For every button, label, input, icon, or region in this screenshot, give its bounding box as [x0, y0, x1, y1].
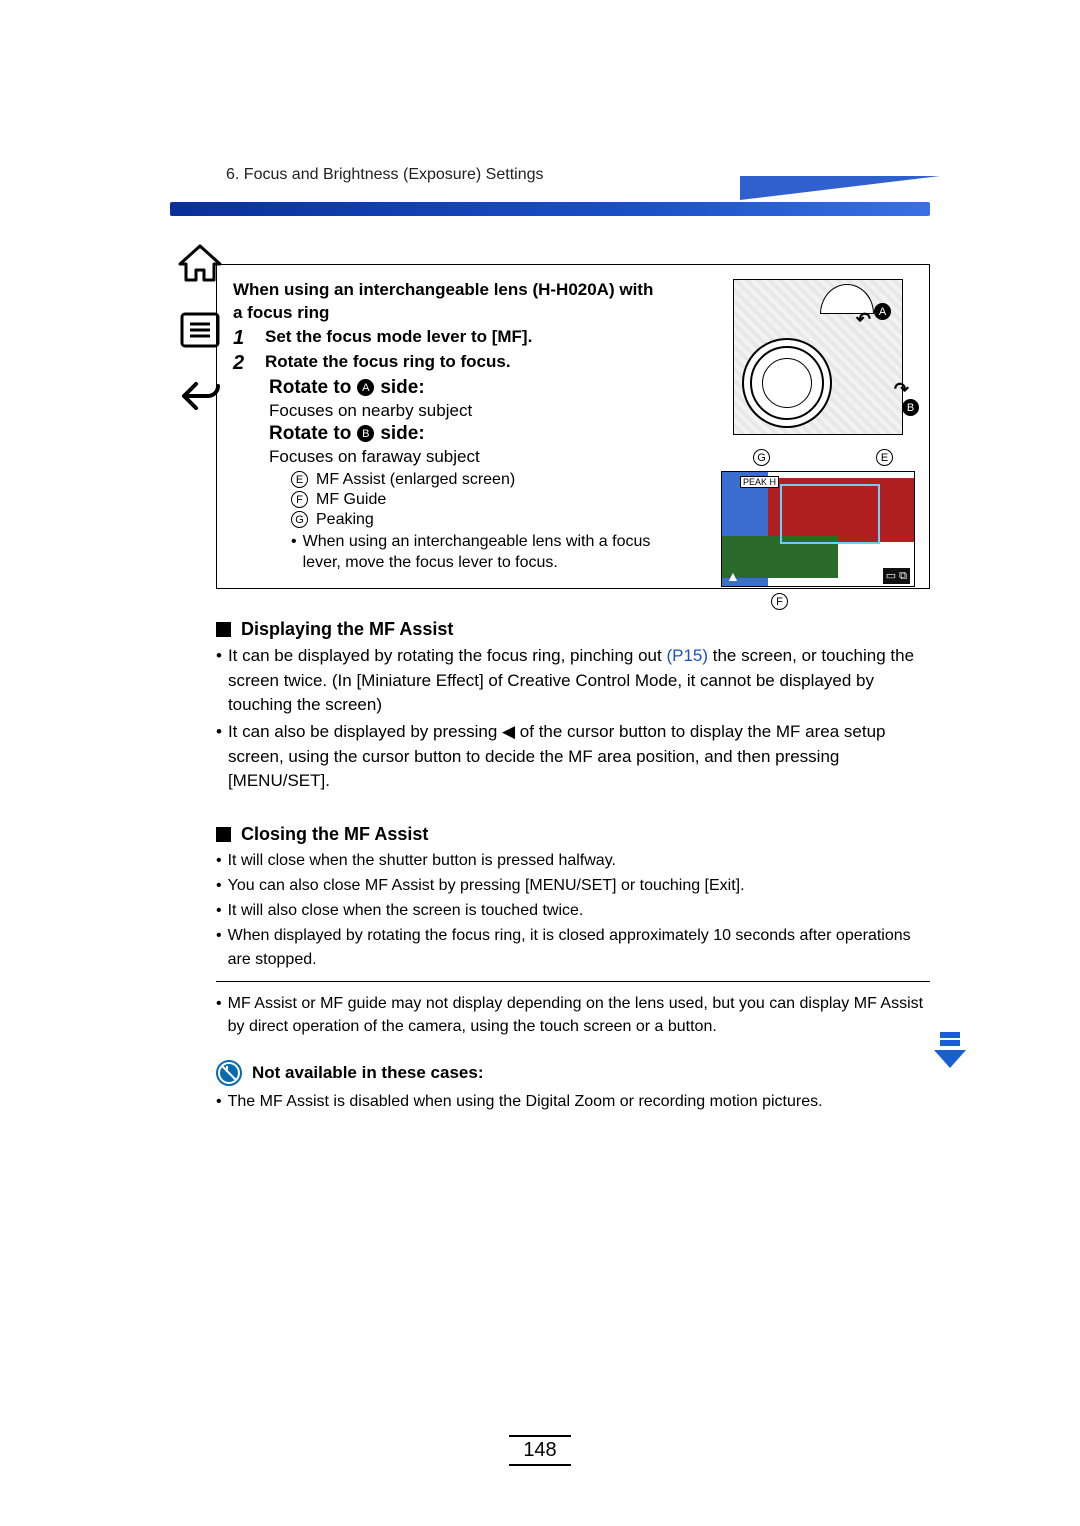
list-item: • It can be displayed by rotating the fo…: [216, 644, 930, 718]
post-hr-note: •MF Assist or MF guide may not display d…: [216, 992, 930, 1038]
not-available-title-text: Not available in these cases:: [252, 1063, 484, 1083]
list-item: •You can also close MF Assist by pressin…: [216, 874, 930, 897]
focus-lever-note-text: When using an interchangeable lens with …: [303, 531, 691, 574]
displaying-heading: Displaying the MF Assist: [216, 619, 930, 640]
screen-preview: PEAK H ▲ ▭ ⧉: [721, 471, 915, 587]
marker-e-icon: E: [291, 471, 308, 488]
preview-icons: ▭ ⧉: [883, 568, 910, 584]
legend-text: MF Guide: [316, 491, 386, 509]
rotate-a-prefix: Rotate to: [269, 377, 351, 399]
list-item: •It will close when the shutter button i…: [216, 849, 930, 872]
marker-g-icon: G: [291, 511, 308, 528]
step-1-text: Set the focus mode lever to [MF].: [265, 327, 532, 350]
not-available-heading: Not available in these cases:: [216, 1060, 930, 1086]
divider: [216, 981, 930, 982]
rotate-b-suffix: side:: [380, 423, 424, 445]
marker-a-icon: A: [357, 379, 374, 396]
callout-f-marker: F: [771, 593, 788, 610]
play-triangle-icon: ▲: [726, 568, 740, 584]
list-text: You can also close MF Assist by pressing…: [228, 874, 745, 897]
list-text: It can also be displayed by pressing ◀ o…: [228, 720, 930, 794]
camera-illustration: ↶ A ↷ B G E PEAK H ▲ ▭ ⧉ F: [721, 279, 915, 599]
step-2-text: Rotate the focus ring to focus.: [265, 352, 511, 375]
callout-b-marker: B: [902, 399, 919, 416]
displaying-title-text: Displaying the MF Assist: [241, 619, 453, 640]
page-number: 148: [0, 1435, 1080, 1466]
focus-lever-note: • When using an interchangeable lens wit…: [291, 531, 691, 574]
callout-a-marker: A: [874, 303, 891, 320]
main-instruction-box: When using an interchangeable lens (H-H0…: [216, 264, 930, 589]
step-1-number: 1: [233, 327, 249, 350]
peaking-outline-icon: [780, 484, 880, 544]
marker-f-icon: F: [291, 491, 308, 508]
not-available-icon: [216, 1060, 242, 1086]
not-available-list: •The MF Assist is disabled when using th…: [216, 1090, 930, 1113]
closing-heading: Closing the MF Assist: [216, 824, 930, 845]
rotate-b-prefix: Rotate to: [269, 423, 351, 445]
list-item: •The MF Assist is disabled when using th…: [216, 1090, 930, 1113]
list-text: The MF Assist is disabled when using the…: [228, 1090, 823, 1113]
displaying-list: • It can be displayed by rotating the fo…: [216, 644, 930, 794]
page-link-p15[interactable]: (P15): [666, 646, 708, 665]
page-content: 6. Focus and Brightness (Exposure) Setti…: [170, 180, 930, 1115]
list-text: MF Assist or MF guide may not display de…: [228, 992, 930, 1038]
step-2-number: 2: [233, 352, 249, 375]
rotate-arrow-b-icon: ↷: [894, 379, 909, 400]
legend-text: Peaking: [316, 511, 374, 529]
camera-top-view: [733, 279, 903, 435]
closing-list: •It will close when the shutter button i…: [216, 849, 930, 971]
list-item: •MF Assist or MF guide may not display d…: [216, 992, 930, 1038]
rotate-a-suffix: side:: [380, 377, 424, 399]
intro-text: When using an interchangeable lens (H-H0…: [233, 279, 663, 325]
marker-b-icon: B: [357, 425, 374, 442]
list-item: • It can also be displayed by pressing ◀…: [216, 720, 930, 794]
list-text: It can be displayed by rotating the focu…: [228, 644, 930, 718]
list-text: It will close when the shutter button is…: [228, 849, 616, 872]
list-text: It will also close when the screen is to…: [228, 899, 584, 922]
chapter-header: 6. Focus and Brightness (Exposure) Setti…: [170, 180, 930, 216]
closing-title-text: Closing the MF Assist: [241, 824, 428, 845]
peak-badge: PEAK H: [740, 476, 779, 488]
chapter-title: 6. Focus and Brightness (Exposure) Setti…: [226, 166, 544, 184]
legend-text: MF Assist (enlarged screen): [316, 471, 515, 489]
intro-line2: a focus ring: [233, 303, 329, 322]
callout-e-marker: E: [876, 449, 893, 466]
callout-g-marker: G: [753, 449, 770, 466]
list-text: When displayed by rotating the focus rin…: [228, 924, 930, 970]
intro-line1: When using an interchangeable lens (H-H0…: [233, 280, 653, 299]
rotate-arrow-a-icon: ↶: [856, 309, 871, 330]
list-item: •It will also close when the screen is t…: [216, 899, 930, 922]
page-number-text: 148: [509, 1435, 570, 1466]
list-item: •When displayed by rotating the focus ri…: [216, 924, 930, 970]
